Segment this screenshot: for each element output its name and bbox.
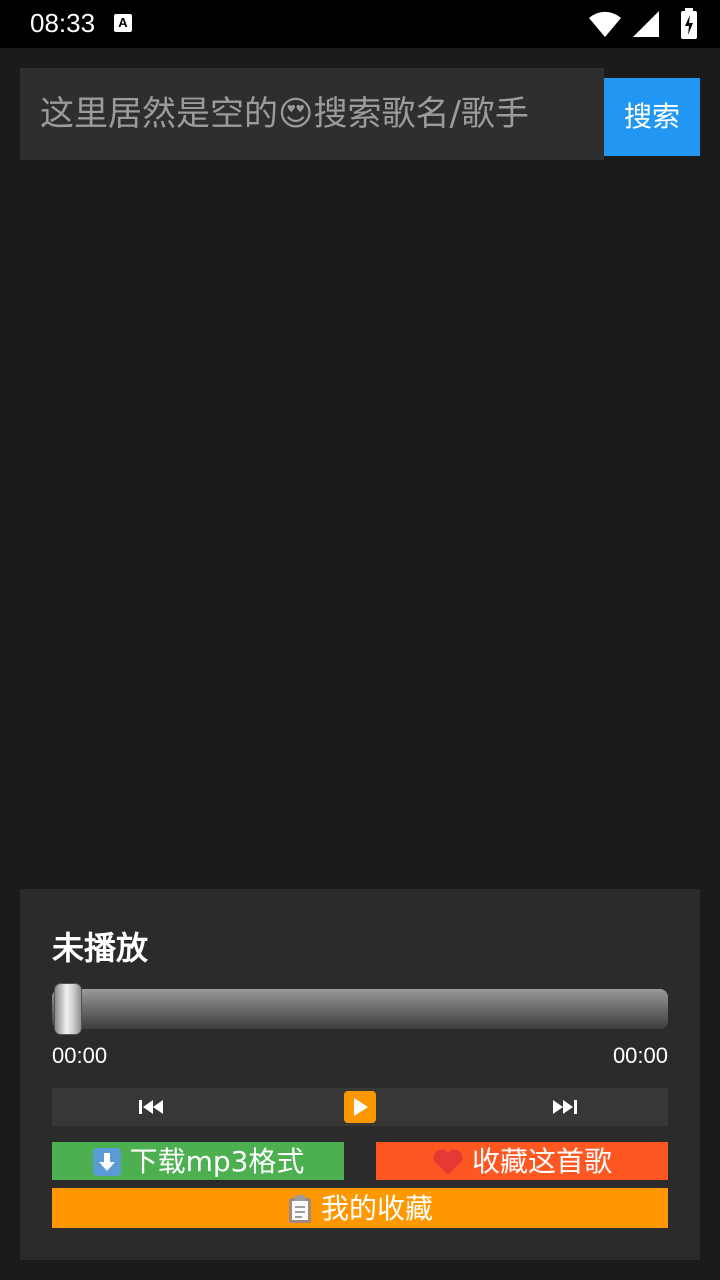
play-icon <box>344 1091 376 1123</box>
my-favorites-button[interactable]: 我的收藏 <box>52 1188 668 1228</box>
search-box <box>20 68 604 160</box>
play-button[interactable] <box>330 1088 390 1126</box>
track-title: 未播放 <box>52 929 149 967</box>
favorite-label: 收藏这首歌 <box>471 1145 612 1178</box>
keyboard-a-icon: A <box>114 14 132 32</box>
current-time: 00:00 <box>52 1043 108 1068</box>
seek-thumb[interactable] <box>54 983 82 1035</box>
skip-next-icon <box>553 1100 577 1114</box>
next-button[interactable] <box>534 1088 594 1126</box>
search-input[interactable] <box>20 68 604 160</box>
download-label: 下载mp3格式 <box>129 1145 305 1178</box>
player-panel: 未播放 00:00 00:00 下载mp3格式 收藏这首歌 我的收藏 <box>20 889 700 1260</box>
search-button[interactable]: 搜索 <box>604 78 700 156</box>
download-mp3-button[interactable]: 下载mp3格式 <box>52 1142 344 1180</box>
seek-bar[interactable] <box>52 983 668 1035</box>
playback-controls <box>52 1088 668 1126</box>
my-favorites-label: 我的收藏 <box>320 1192 433 1225</box>
status-bar: 08:33 A <box>0 0 720 48</box>
heart-icon <box>433 1149 463 1175</box>
duration-time: 00:00 <box>612 1043 668 1068</box>
signal-icon <box>633 11 659 37</box>
battery-charging-icon <box>681 8 697 39</box>
skip-previous-icon <box>139 1100 163 1114</box>
download-arrow-icon <box>92 1148 121 1176</box>
wifi-icon <box>589 11 621 38</box>
clipboard-icon <box>288 1195 311 1223</box>
favorite-button[interactable]: 收藏这首歌 <box>376 1142 668 1180</box>
status-time: 08:33 <box>30 8 96 38</box>
previous-button[interactable] <box>122 1088 182 1126</box>
